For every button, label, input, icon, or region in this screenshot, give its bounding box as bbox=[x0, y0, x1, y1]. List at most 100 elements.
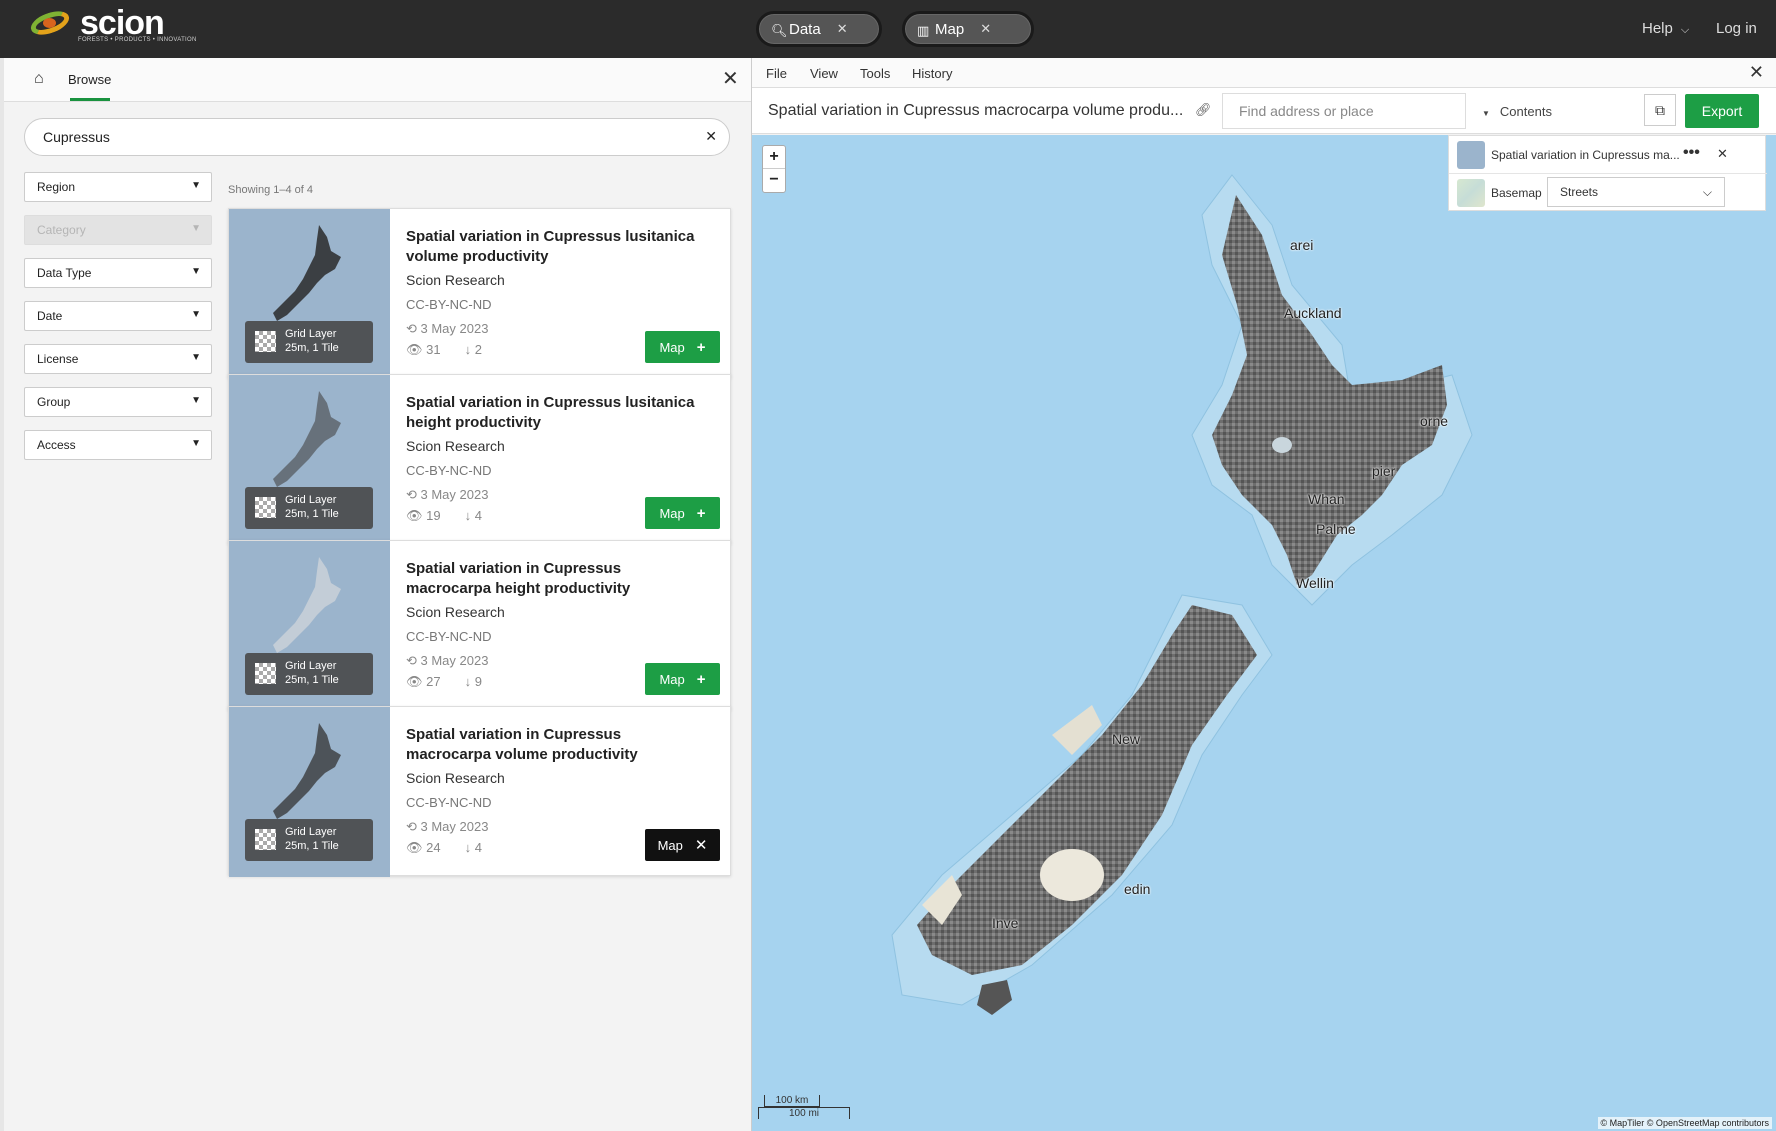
result-org: Scion Research bbox=[406, 770, 505, 786]
result-card[interactable]: Grid Layer 25m, 1 Tile Spatial variation … bbox=[228, 208, 731, 379]
close-icon[interactable]: ✕ bbox=[837, 21, 848, 37]
result-card[interactable]: Grid Layer 25m, 1 Tile Spatial variation … bbox=[228, 706, 731, 877]
home-icon[interactable]: ⌂ bbox=[34, 70, 44, 88]
map-title: Spatial variation in Cupressus macrocarp… bbox=[768, 102, 1184, 119]
map-attribution[interactable]: © MapTiler © OpenStreetMap contributors bbox=[1597, 1117, 1772, 1129]
nz-map-graphic bbox=[891, 174, 1473, 1015]
chevron-down-icon: ▼ bbox=[191, 266, 201, 277]
filter-date[interactable]: Date ▼ bbox=[24, 301, 212, 331]
basemap-select[interactable]: Streets ⌵ bbox=[1547, 177, 1725, 207]
badge-type: Grid Layer bbox=[285, 494, 337, 506]
layer-row[interactable]: Spatial variation in Cupressus ma... •••… bbox=[1449, 136, 1767, 174]
find-place-input[interactable]: Find address or place bbox=[1222, 93, 1466, 129]
filter-label: Category bbox=[37, 223, 86, 237]
help-menu[interactable]: Help ⌵ bbox=[1642, 20, 1689, 37]
close-map-icon[interactable]: ✕ bbox=[1749, 62, 1764, 83]
title-line: Spatial variation in Cupressus lusitanic… bbox=[406, 394, 695, 411]
remove-from-map-button[interactable]: Map ✕ bbox=[645, 829, 720, 861]
export-button[interactable]: Export bbox=[1685, 94, 1759, 128]
result-count: Showing 1–4 of 4 bbox=[228, 184, 314, 196]
find-placeholder: Find address or place bbox=[1239, 103, 1374, 119]
filter-access[interactable]: Access ▼ bbox=[24, 430, 212, 460]
views: 👁︎ 24 bbox=[406, 840, 441, 855]
menu-history[interactable]: History bbox=[912, 66, 952, 81]
zoom-control: + − bbox=[762, 145, 786, 193]
result-title[interactable]: Spatial variation in Cupressus lusitanic… bbox=[406, 227, 716, 267]
zoom-out-button[interactable]: − bbox=[763, 169, 785, 192]
result-license: CC-BY-NC-ND bbox=[406, 795, 492, 810]
filter-group[interactable]: Group ▼ bbox=[24, 387, 212, 417]
place-label: Whan bbox=[1308, 491, 1345, 507]
result-title[interactable]: Spatial variation in Cupressus macrocarpa… bbox=[406, 725, 716, 765]
search-input[interactable]: Cupressus ✕ bbox=[24, 118, 730, 156]
filter-label: Region bbox=[37, 180, 76, 194]
grid-layer-icon bbox=[255, 663, 276, 684]
link-icon[interactable]: 🔗︎ bbox=[1195, 102, 1212, 118]
add-to-map-button[interactable]: Map + bbox=[645, 497, 720, 529]
place-label: Palme bbox=[1316, 521, 1356, 537]
contents-toggle[interactable]: ▼ Contents bbox=[1482, 104, 1552, 119]
views-count: 24 bbox=[426, 840, 441, 855]
layer-thumbnail bbox=[1457, 141, 1485, 169]
zoom-in-button[interactable]: + bbox=[763, 146, 785, 169]
views-count: 19 bbox=[426, 508, 441, 523]
filter-data-type[interactable]: Data Type ▼ bbox=[24, 258, 212, 288]
result-title[interactable]: Spatial variation in Cupressus lusitanic… bbox=[406, 393, 716, 433]
menu-view[interactable]: View bbox=[810, 66, 838, 81]
button-label: Map bbox=[659, 339, 685, 355]
place-label: Inve bbox=[992, 915, 1019, 931]
map-menubar: File View Tools History ✕ bbox=[752, 58, 1776, 88]
date-value: 3 May 2023 bbox=[420, 653, 489, 668]
crop-icon[interactable]: ⧉ bbox=[1644, 94, 1676, 126]
layer-badge: Grid Layer 25m, 1 Tile bbox=[245, 321, 373, 363]
badge-detail: 25m, 1 Tile bbox=[285, 342, 339, 354]
downloads-count: 2 bbox=[474, 342, 482, 357]
chevron-down-icon: ▼ bbox=[191, 438, 201, 449]
map-icon: ▥ bbox=[917, 23, 930, 38]
title-line: macrocarpa height productivity bbox=[406, 580, 631, 597]
remove-layer-icon[interactable]: ✕ bbox=[1717, 146, 1728, 162]
layer-badge: Grid Layer 25m, 1 Tile bbox=[245, 819, 373, 861]
date-value: 3 May 2023 bbox=[420, 819, 489, 834]
basemap-label: Basemap bbox=[1491, 186, 1542, 200]
more-options-icon[interactable]: ••• bbox=[1683, 144, 1700, 162]
scale-mi: 100 mi bbox=[758, 1107, 850, 1119]
grid-layer-icon bbox=[255, 331, 276, 352]
contents-label: Contents bbox=[1499, 104, 1552, 119]
title-line: volume productivity bbox=[406, 248, 549, 265]
tab-map[interactable]: ▥ Map ✕ bbox=[902, 11, 1034, 47]
downloads: ↓ 2 bbox=[464, 342, 482, 357]
result-card[interactable]: Grid Layer 25m, 1 Tile Spatial variation … bbox=[228, 540, 731, 711]
chevron-down-icon: ⌵ bbox=[1680, 24, 1690, 36]
tab-browse[interactable]: Browse bbox=[68, 72, 111, 87]
contents-panel: Spatial variation in Cupressus ma... •••… bbox=[1448, 135, 1767, 211]
tab-map-label: Map bbox=[935, 20, 965, 38]
map-canvas[interactable]: + − Spatial variation in Cupressus ma...… bbox=[752, 135, 1776, 1131]
button-label: Map bbox=[659, 671, 685, 687]
close-icon[interactable]: ✕ bbox=[980, 21, 991, 37]
menu-tools[interactable]: Tools bbox=[860, 66, 890, 81]
tab-data[interactable]: 🔍︎ Data ✕ bbox=[756, 11, 882, 47]
basemap-thumbnail bbox=[1457, 179, 1485, 207]
views: 👁︎ 19 bbox=[406, 508, 441, 523]
filter-label: License bbox=[37, 352, 79, 366]
views: 👁︎ 27 bbox=[406, 674, 441, 689]
caret-down-icon: ▼ bbox=[1482, 109, 1490, 118]
menu-file[interactable]: File bbox=[766, 66, 787, 81]
filter-region[interactable]: Region ▼ bbox=[24, 172, 212, 202]
clear-search-icon[interactable]: ✕ bbox=[705, 128, 717, 145]
filter-label: Date bbox=[37, 309, 63, 323]
downloads: ↓ 4 bbox=[464, 508, 482, 523]
views: 👁︎ 31 bbox=[406, 342, 441, 357]
result-title[interactable]: Spatial variation in Cupressus macrocarpa… bbox=[406, 559, 716, 599]
add-to-map-button[interactable]: Map + bbox=[645, 331, 720, 363]
filter-license[interactable]: License ▼ bbox=[24, 344, 212, 374]
close-panel-icon[interactable]: ✕ bbox=[722, 66, 739, 91]
views-count: 31 bbox=[426, 342, 441, 357]
add-to-map-button[interactable]: Map + bbox=[645, 663, 720, 695]
scion-logo[interactable]: scion bbox=[27, 6, 165, 40]
login-link[interactable]: Log in bbox=[1716, 20, 1757, 37]
badge-type: Grid Layer bbox=[285, 826, 337, 838]
place-label: Auckland bbox=[1284, 305, 1342, 321]
result-card[interactable]: Grid Layer 25m, 1 Tile Spatial variation … bbox=[228, 374, 731, 545]
